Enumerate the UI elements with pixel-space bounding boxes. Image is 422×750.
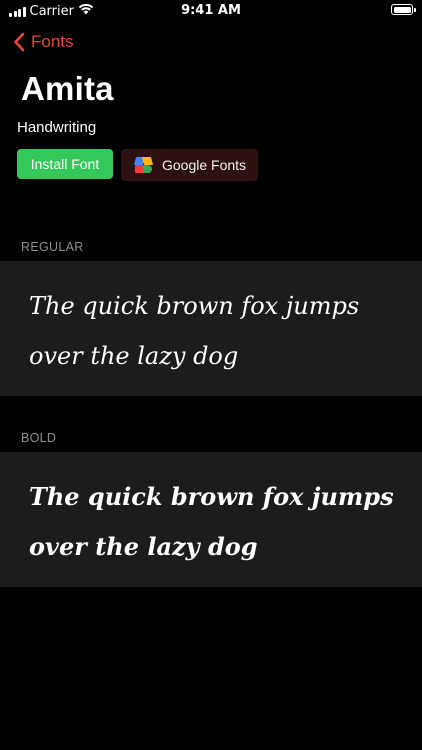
section-header-regular: REGULAR <box>21 240 84 254</box>
font-category: Handwriting <box>17 119 97 136</box>
section-header-bold: BOLD <box>21 431 57 445</box>
chevron-left-icon <box>13 32 25 52</box>
back-button[interactable]: Fonts <box>13 32 74 52</box>
status-bar: Carrier 9:41 AM <box>0 0 422 22</box>
install-font-button[interactable]: Install Font <box>17 149 113 179</box>
google-fonts-label: Google Fonts <box>162 157 247 173</box>
font-name-title: Amita <box>21 70 114 107</box>
sample-text-bold: The quick brown fox jumps over the lazy … <box>29 482 394 561</box>
google-fonts-logo-icon <box>133 157 154 173</box>
sample-text-regular: The quick brown fox jumps over the lazy … <box>29 292 360 370</box>
back-button-label: Fonts <box>31 32 74 51</box>
battery-icon <box>391 4 416 15</box>
status-time: 9:41 AM <box>181 3 241 18</box>
sample-cell-bold[interactable]: The quick brown fox jumps over the lazy … <box>0 452 422 587</box>
sample-cell-regular[interactable]: The quick brown fox jumps over the lazy … <box>0 261 422 396</box>
google-fonts-button[interactable]: Google Fonts <box>121 149 258 181</box>
